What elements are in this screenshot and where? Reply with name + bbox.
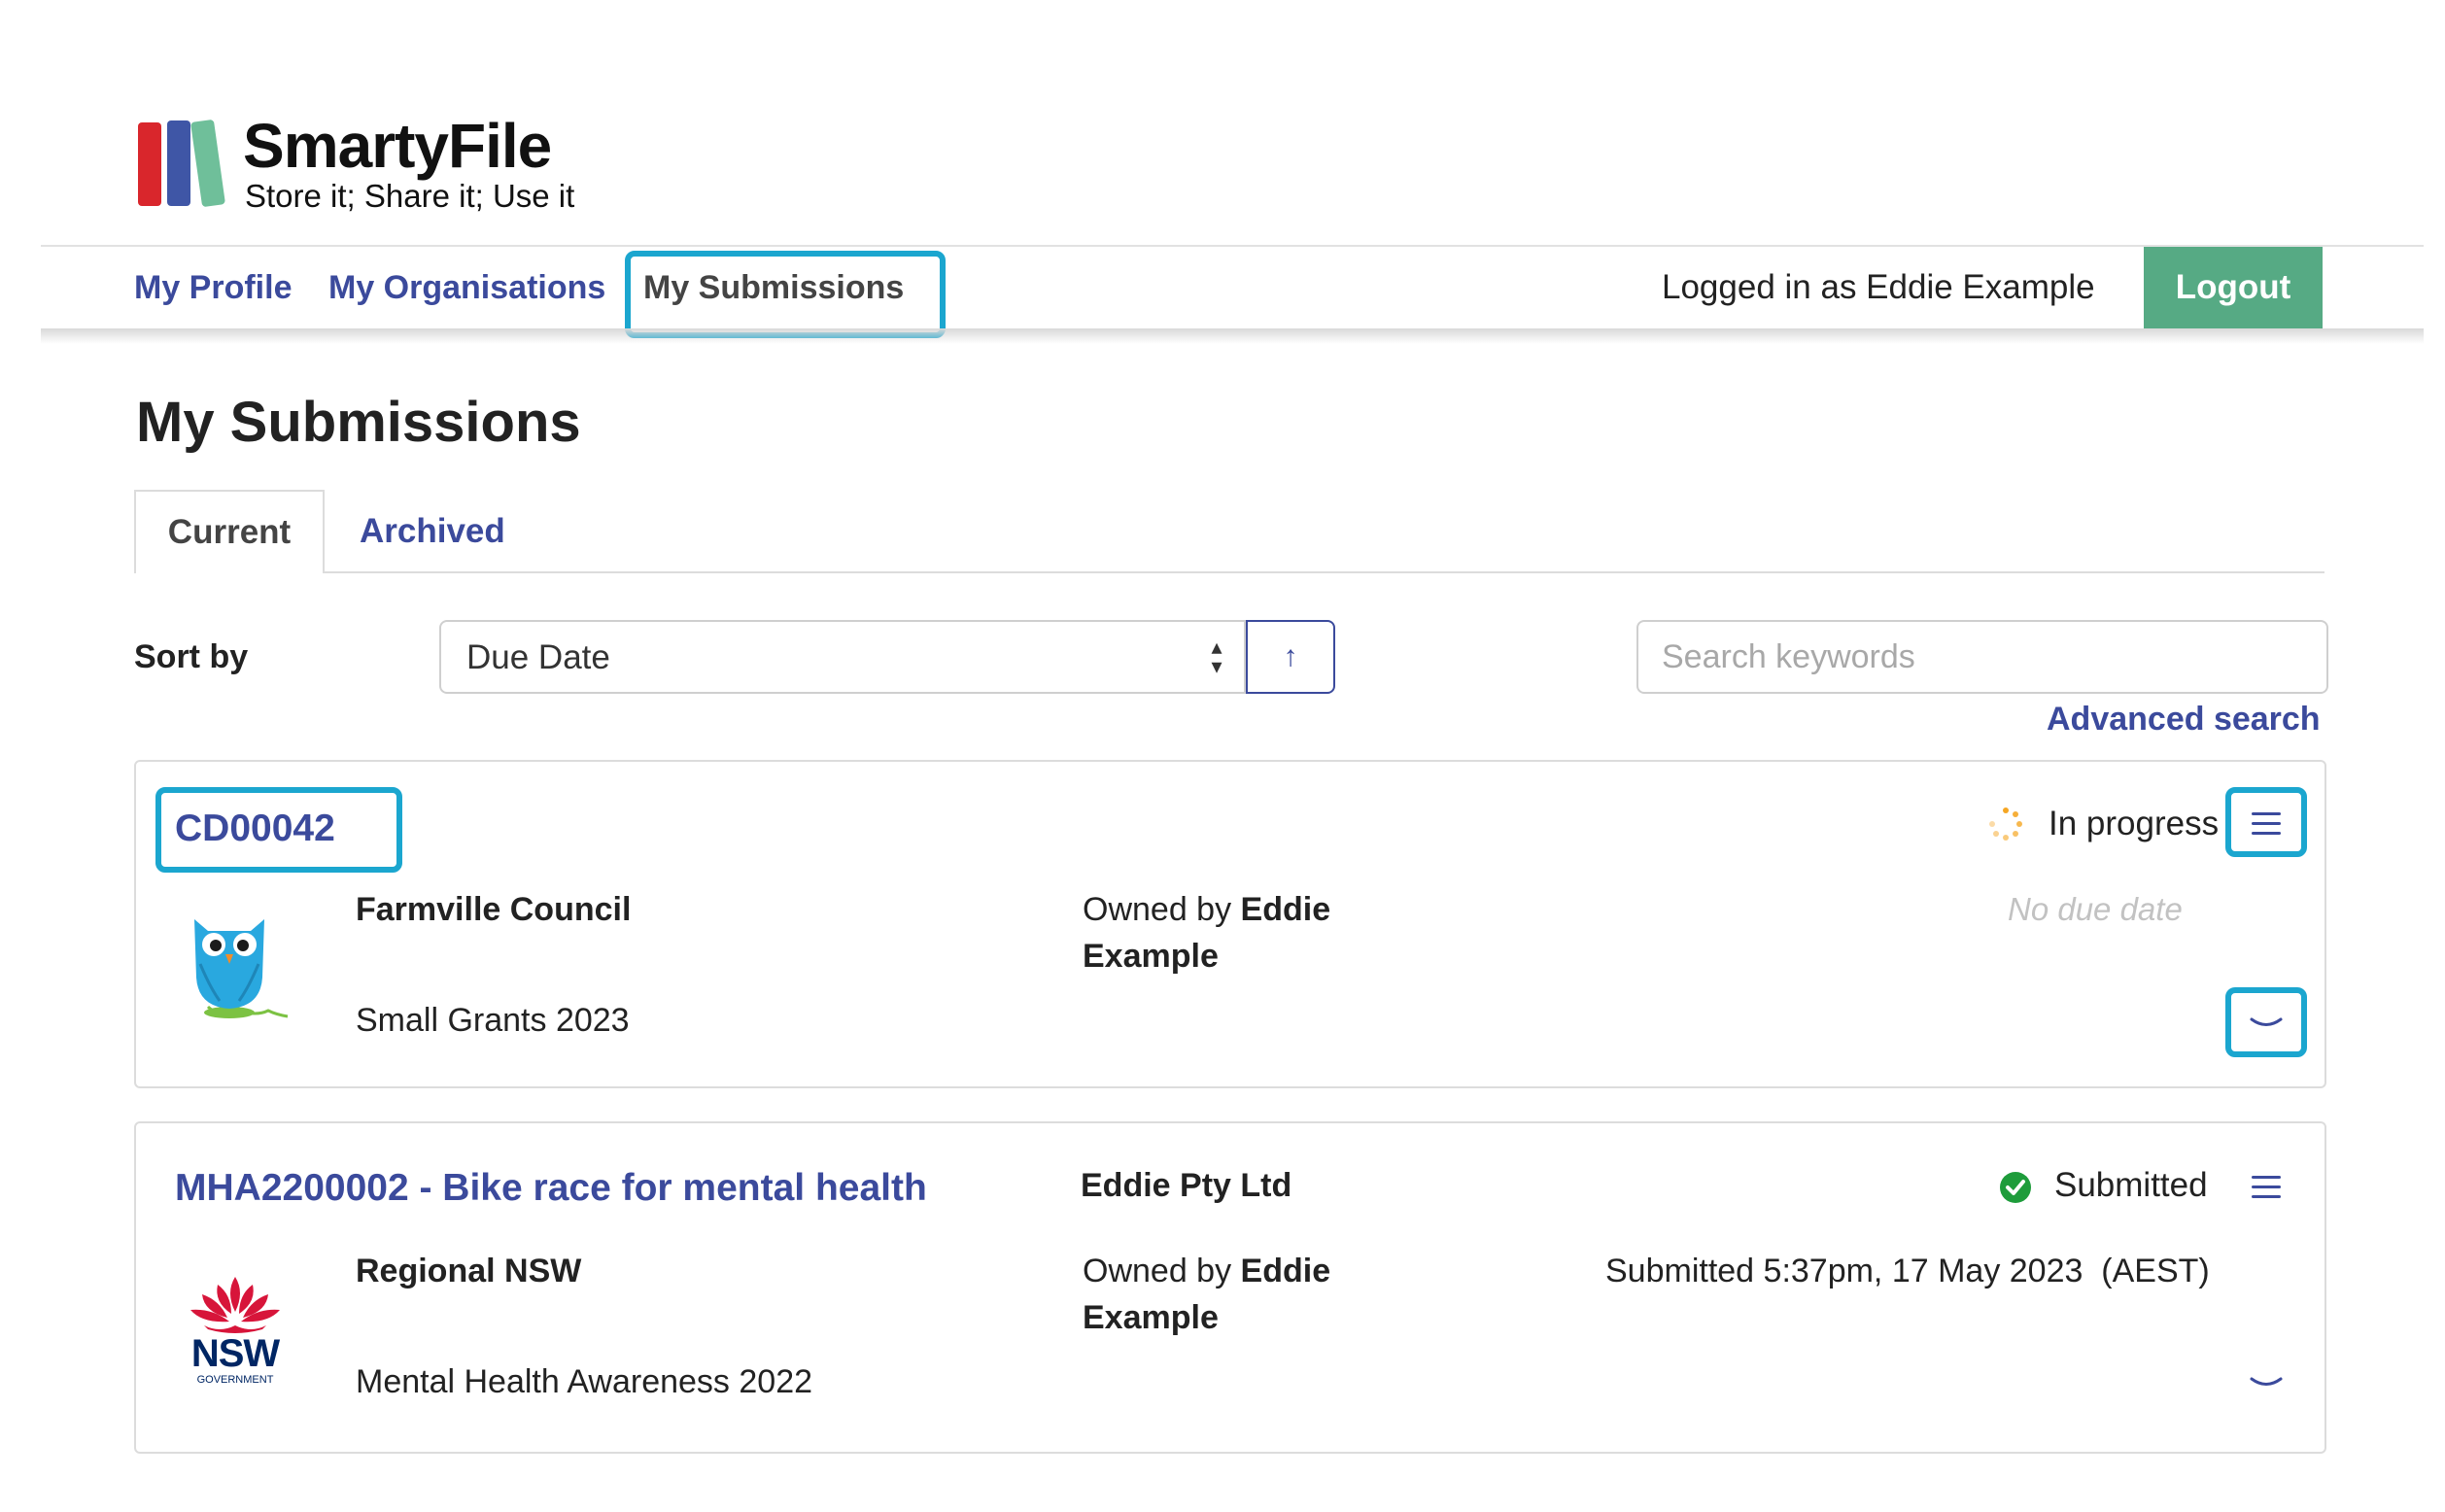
owner-first-name: Eddie bbox=[1240, 891, 1331, 928]
program-name: Small Grants 2023 bbox=[356, 1002, 630, 1039]
nav-my-profile[interactable]: My Profile bbox=[134, 266, 292, 309]
status-label: Submitted bbox=[2054, 1166, 2208, 1204]
owner-first-name: Eddie bbox=[1240, 1253, 1331, 1289]
owner-info: Owned by Eddie Example bbox=[1083, 886, 1394, 979]
owl-logo-icon bbox=[179, 910, 292, 1020]
nsw-government-logo-icon: NSW GOVERNMENT bbox=[181, 1273, 290, 1388]
applicant-name: Eddie Pty Ltd bbox=[1081, 1167, 1292, 1204]
menu-icon[interactable] bbox=[2252, 1176, 2281, 1199]
logout-button[interactable]: Logout bbox=[2144, 247, 2323, 328]
sort-select[interactable]: Due Date ▴ ▾ bbox=[439, 620, 1246, 694]
sort-select-value: Due Date bbox=[466, 638, 610, 676]
navbar-top-border bbox=[41, 245, 2424, 247]
advanced-search-link[interactable]: Advanced search bbox=[2047, 698, 2321, 740]
nsw-logo-text: NSW bbox=[190, 1332, 280, 1375]
nav-my-submissions[interactable]: My Submissions bbox=[643, 266, 904, 309]
arrow-up-icon: ↑ bbox=[1283, 640, 1298, 672]
tabs-border bbox=[325, 571, 2324, 573]
owner-info: Owned by Eddie Example bbox=[1083, 1248, 1394, 1341]
owner-last-name: Example bbox=[1083, 1299, 1219, 1336]
chevron-down-icon[interactable] bbox=[2250, 1376, 2283, 1392]
submission-title-link[interactable]: CD00042 bbox=[175, 805, 335, 853]
tab-current[interactable]: Current bbox=[134, 490, 325, 573]
submission-title-link[interactable]: MHA2200002 - Bike race for mental health bbox=[175, 1164, 927, 1213]
status-label: In progress bbox=[2049, 805, 2220, 842]
nav-my-organisations[interactable]: My Organisations bbox=[328, 266, 605, 309]
submitted-timestamp: Submitted 5:37pm, 17 May 2023 (AEST) bbox=[1605, 1253, 2210, 1289]
due-date: No due date bbox=[2008, 891, 2183, 927]
page-title: My Submissions bbox=[136, 391, 581, 454]
smartyfile-logo-icon bbox=[136, 119, 233, 208]
tab-archived[interactable]: Archived bbox=[360, 490, 505, 573]
owned-by-label: Owned by bbox=[1083, 891, 1232, 928]
chevron-down-icon[interactable] bbox=[2250, 1016, 2283, 1032]
check-circle-icon bbox=[1998, 1170, 2033, 1205]
sort-direction-button[interactable]: ↑ bbox=[1246, 620, 1335, 694]
brand-name: SmartyFile bbox=[243, 111, 552, 181]
brand-tagline: Store it; Share it; Use it bbox=[245, 178, 575, 214]
organisation-name: Regional NSW bbox=[356, 1253, 582, 1289]
navbar-shadow bbox=[41, 328, 2424, 344]
select-arrows-icon: ▴ ▾ bbox=[1211, 635, 1222, 678]
search-input[interactable] bbox=[1636, 620, 2328, 694]
menu-icon[interactable] bbox=[2252, 812, 2281, 836]
sort-by-label: Sort by bbox=[134, 638, 249, 675]
owner-last-name: Example bbox=[1083, 938, 1219, 975]
nsw-logo-subtext: GOVERNMENT bbox=[196, 1374, 274, 1386]
owned-by-label: Owned by bbox=[1083, 1253, 1232, 1289]
logged-in-status: Logged in as Eddie Example bbox=[1662, 268, 2095, 306]
organisation-name: Farmville Council bbox=[356, 891, 632, 928]
spinner-icon bbox=[1988, 807, 2023, 842]
program-name: Mental Health Awareness 2022 bbox=[356, 1363, 813, 1400]
